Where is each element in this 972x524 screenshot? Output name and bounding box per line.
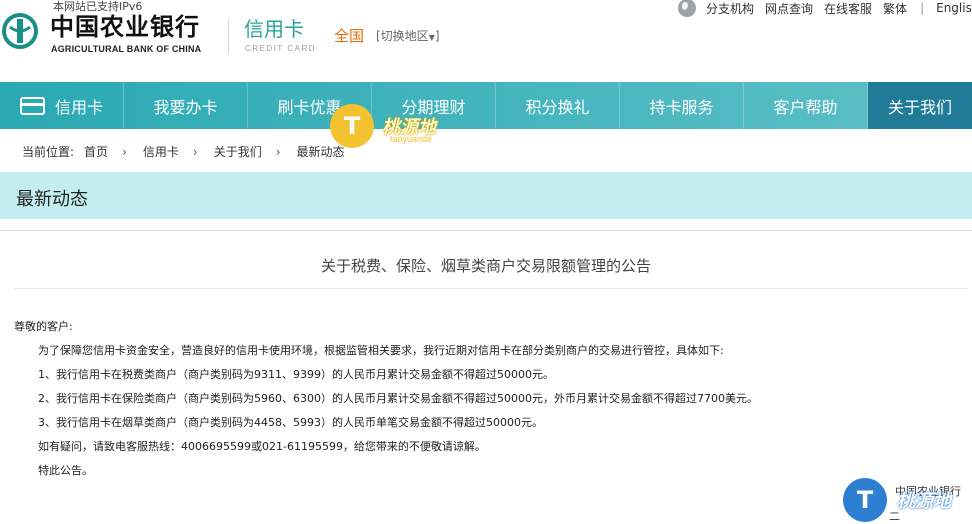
top-link-traditional[interactable]: 繁体 [883, 0, 907, 17]
nav-item-label: 关于我们 [887, 97, 952, 117]
nav-item-label: 积分换礼 [525, 97, 590, 117]
notice-title: 关于税费、保险、烟草类商户交易限额管理的公告 [320, 257, 651, 275]
nav-item-help[interactable]: 客户帮助 [744, 82, 868, 129]
main-nav: 信用卡 我要办卡 刷卡优惠 分期理财 积分换礼 持卡服务 客户帮助 关于我们 [0, 82, 972, 129]
chevron-right-icon: › [275, 144, 281, 159]
breadcrumb: 当前位置: 首页 › 信用卡 › 关于我们 › 最新动态 [22, 143, 345, 160]
watermark-logo-bottom: T 桃源地 [843, 478, 951, 522]
watermark-t-icon: T [843, 478, 887, 522]
bank-name-en: AGRICULTURAL BANK OF CHINA [51, 44, 202, 54]
watermark-logo: T 桃源地 taoyuande [330, 104, 436, 148]
notice-paragraph: 如有疑问，请致电客服热线：4006695599或021-61195599，给您带… [38, 440, 486, 453]
nav-item-apply[interactable]: 我要办卡 [124, 82, 248, 129]
abc-logo-icon[interactable] [2, 13, 38, 49]
nav-item-card-service[interactable]: 持卡服务 [620, 82, 744, 129]
nav-item-label: 我要办卡 [153, 97, 218, 117]
bank-name-cn[interactable]: 中国农业银行 [50, 12, 200, 42]
page-title: 最新动态 [16, 189, 88, 210]
notice-paragraph: 为了保障您信用卡资金安全，营造良好的信用卡使用环境，根据监管相关要求，我行近期对… [38, 344, 724, 357]
notice-greeting: 尊敬的客户: [14, 320, 73, 333]
top-link-branches[interactable]: 分支机构 [706, 0, 754, 17]
nav-item-label: 客户帮助 [773, 97, 838, 117]
watermark-text: 桃源地 [897, 491, 951, 512]
region-switch-label: [切换地区 [376, 29, 429, 43]
notice-article: 关于税费、保险、烟草类商户交易限额管理的公告 尊敬的客户: 为了保障您信用卡资金… [0, 230, 972, 524]
breadcrumb-credit-card[interactable]: 信用卡 [143, 143, 179, 160]
chevron-right-icon: › [122, 144, 127, 159]
chevron-right-icon: › [192, 144, 198, 159]
notice-paragraph: 3、我行信用卡在烟草类商户（商户类别码为4458、5993）的人民币单笔交易金额… [38, 416, 543, 429]
watermark-subtext: taoyuande [390, 134, 433, 144]
notice-paragraph: 2、我行信用卡在保险类商户（商户类别码为5960、6300）的人民币月累计交易金… [38, 392, 758, 405]
credit-card-icon [20, 96, 45, 115]
section-header: 最新动态 [0, 172, 972, 219]
credit-card-subtitle: CREDIT CARD [245, 44, 317, 53]
notice-paragraph: 1、我行信用卡在税费类商户（商户类别码为9311、9399）的人民币月累计交易金… [38, 368, 554, 381]
notice-paragraph: 特此公告。 [38, 464, 93, 477]
nav-item-credit-card[interactable]: 信用卡 [0, 82, 124, 129]
breadcrumb-home[interactable]: 首页 [84, 143, 108, 160]
breadcrumb-label: 当前位置: [22, 145, 75, 159]
top-link-english[interactable]: English [936, 1, 972, 15]
top-links: 分支机构 网点查询 在线客服 繁体 | English [678, 0, 972, 17]
top-link-separator: | [920, 1, 925, 15]
region-switch-end: ] [434, 29, 440, 43]
title-divider [14, 288, 967, 289]
region-switch-link[interactable]: [切换地区▼] [376, 27, 440, 44]
notice-body: 尊敬的客户: 为了保障您信用卡资金安全，营造良好的信用卡使用环境，根据监管相关要… [14, 315, 758, 483]
logo-divider [228, 20, 229, 54]
nav-item-label: 信用卡 [55, 97, 104, 117]
globe-icon [678, 0, 696, 17]
credit-card-title[interactable]: 信用卡 [244, 17, 304, 41]
current-region: 全国 [334, 27, 365, 45]
nav-item-about-us[interactable]: 关于我们 [868, 82, 972, 129]
breadcrumb-about-us[interactable]: 关于我们 [214, 143, 262, 160]
site-header: 本网站已支持IPv6 中国农业银行 AGRICULTURAL BANK OF C… [0, 0, 972, 82]
top-link-outlets[interactable]: 网点查询 [765, 0, 813, 17]
nav-item-points[interactable]: 积分换礼 [496, 82, 620, 129]
watermark-t-icon: T [330, 104, 374, 148]
nav-item-label: 持卡服务 [649, 97, 714, 117]
top-link-online-service[interactable]: 在线客服 [824, 0, 872, 17]
